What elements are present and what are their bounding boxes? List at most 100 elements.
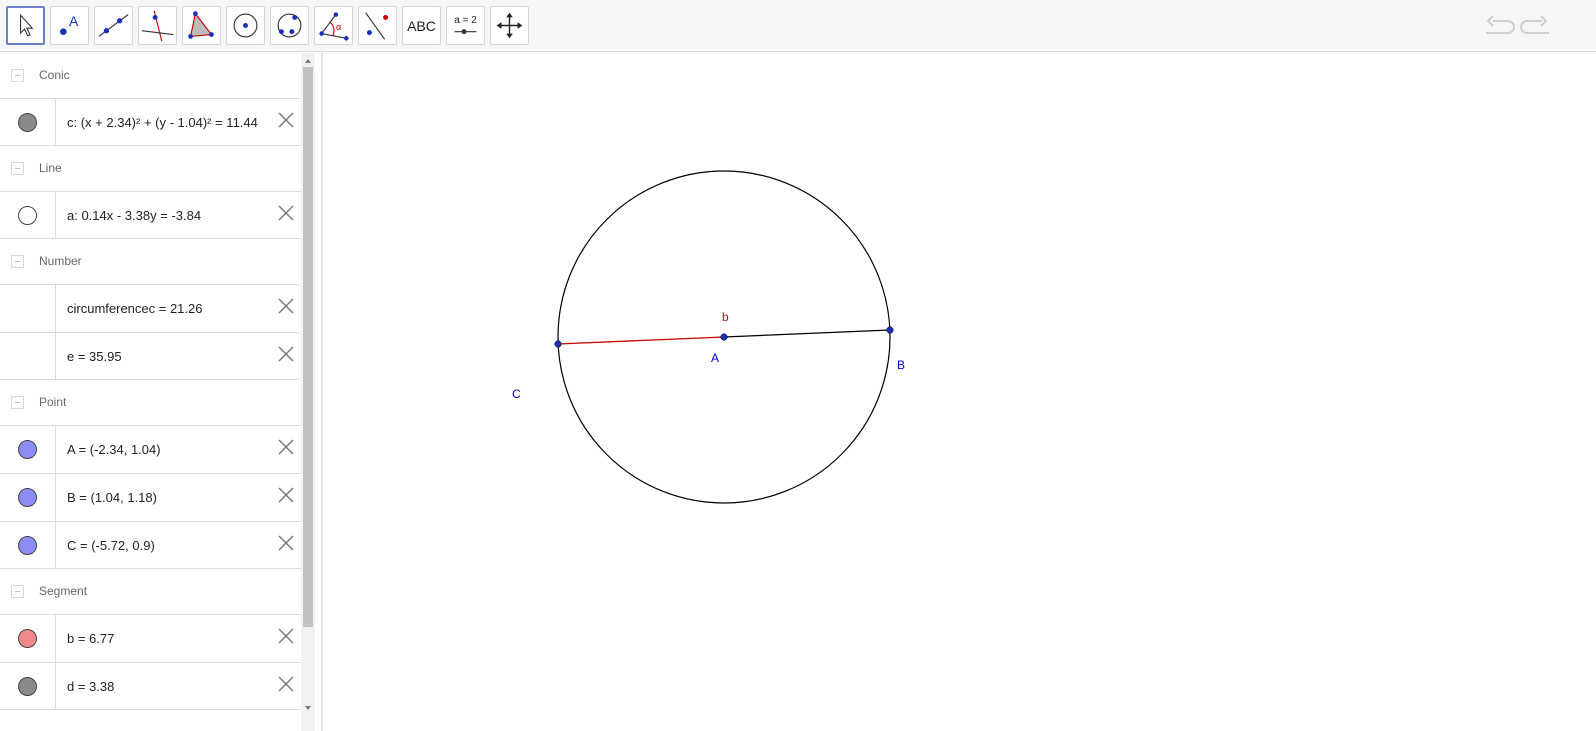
line-tool-button[interactable] [94, 6, 133, 45]
algebra-item[interactable]: A = (-2.34, 1.04) [0, 425, 301, 473]
algebra-scrollbar[interactable] [301, 53, 315, 731]
polygon-tool-button[interactable] [182, 6, 221, 45]
algebra-item[interactable]: e = 35.95 [0, 332, 301, 380]
delete-button[interactable] [277, 486, 295, 504]
point-A[interactable] [720, 333, 728, 341]
group-title: Conic [39, 68, 70, 82]
algebra-definition[interactable]: d = 3.38 [67, 679, 279, 694]
algebra-item[interactable]: C = (-5.72, 0.9) [0, 521, 301, 569]
text-tool-button[interactable]: ABC [402, 6, 441, 45]
delete-button[interactable] [277, 111, 295, 129]
scroll-down-icon[interactable] [304, 704, 312, 712]
group-header-number[interactable]: Number [0, 239, 301, 284]
polygon-icon [188, 11, 214, 39]
angle-tool-button[interactable]: α [314, 6, 353, 45]
toolbar: A α ABC a = 2 [0, 0, 1596, 52]
reflect-tool-button[interactable] [358, 6, 397, 45]
algebra-definition[interactable]: A = (-2.34, 1.04) [67, 442, 279, 457]
algebra-definition[interactable]: b = 6.77 [67, 631, 279, 646]
collapse-toggle-icon[interactable] [11, 396, 24, 409]
algebra-definition[interactable]: e = 35.95 [67, 349, 279, 364]
group-title: Segment [39, 584, 88, 598]
close-icon [278, 628, 294, 644]
collapse-toggle-icon[interactable] [11, 69, 24, 82]
group-header-point[interactable]: Point [0, 380, 301, 425]
algebra-item[interactable]: d = 3.38 [0, 662, 301, 710]
scroll-thumb[interactable] [303, 67, 313, 627]
redo-button[interactable] [1520, 12, 1552, 42]
collapse-toggle-icon[interactable] [11, 585, 24, 598]
label-b: b [722, 310, 729, 324]
visibility-toggle-icon[interactable] [18, 629, 37, 648]
visibility-toggle-icon[interactable] [18, 113, 37, 132]
move-tool-button[interactable] [6, 6, 45, 45]
delete-button[interactable] [277, 297, 295, 315]
collapse-toggle-icon[interactable] [11, 162, 24, 175]
delete-button[interactable] [277, 534, 295, 552]
algebra-definition[interactable]: a: 0.14x - 3.38y = -3.84 [67, 208, 279, 223]
algebra-item[interactable]: b = 6.77 [0, 614, 301, 662]
visibility-cell [0, 426, 56, 473]
delete-button[interactable] [277, 345, 295, 363]
group-title: Point [39, 395, 67, 409]
delete-button[interactable] [277, 204, 295, 222]
circle-center-point-tool-button[interactable] [226, 6, 265, 45]
angle-icon [319, 12, 349, 41]
circle-three-points-tool-button[interactable] [270, 6, 309, 45]
slider-icon [454, 29, 477, 35]
group-header-segment[interactable]: Segment [0, 569, 301, 614]
algebra-definition[interactable]: c: (x + 2.34)² + (y - 1.04)² = 11.44 [67, 115, 279, 130]
visibility-cell [0, 285, 56, 332]
visibility-toggle-icon[interactable] [18, 488, 37, 507]
algebra-definition[interactable]: B = (1.04, 1.18) [67, 490, 279, 505]
visibility-cell [0, 474, 56, 521]
algebra-item[interactable]: a: 0.14x - 3.38y = -3.84 [0, 191, 301, 239]
redo-icon [1520, 15, 1549, 34]
scroll-up-icon[interactable] [304, 57, 312, 65]
graphics-view[interactable]: A B C b [323, 53, 1596, 731]
cursor-arrow-icon [20, 13, 34, 37]
geogebra-app: A α ABC a = 2 Conic c: (x + 2.34)² + (y … [0, 0, 1596, 731]
visibility-toggle-icon[interactable] [18, 206, 37, 225]
visibility-toggle-icon[interactable] [18, 536, 37, 555]
point-tool-button[interactable]: A [50, 6, 89, 45]
delete-button[interactable] [277, 438, 295, 456]
close-icon [278, 535, 294, 551]
move-arrows-icon [496, 12, 523, 39]
undo-icon [1486, 15, 1515, 34]
segment-d[interactable] [723, 329, 891, 338]
group-header-line[interactable]: Line [0, 146, 301, 191]
delete-button[interactable] [277, 675, 295, 693]
reflect-icon [365, 12, 389, 40]
graphics-canvas[interactable]: A B C b [323, 53, 1596, 731]
algebra-view: Conic c: (x + 2.34)² + (y - 1.04)² = 11.4… [0, 53, 322, 731]
close-icon [278, 676, 294, 692]
collapse-toggle-icon[interactable] [11, 255, 24, 268]
text-tool-label: ABC [407, 17, 436, 34]
circle-three-points-icon [277, 13, 302, 38]
algebra-list: Conic c: (x + 2.34)² + (y - 1.04)² = 11.4… [0, 53, 301, 710]
slider-tool-button[interactable]: a = 2 [446, 6, 485, 45]
algebra-definition[interactable]: C = (-5.72, 0.9) [67, 538, 279, 553]
undo-button[interactable] [1483, 12, 1515, 42]
visibility-cell [0, 192, 56, 238]
algebra-item[interactable]: circumferencec = 21.26 [0, 284, 301, 332]
point-on-circle[interactable] [554, 340, 562, 348]
perpendicular-line-tool-button[interactable] [138, 6, 177, 45]
perpendicular-line-icon [141, 10, 174, 42]
delete-button[interactable] [277, 627, 295, 645]
line-icon [98, 14, 129, 37]
close-icon [278, 205, 294, 221]
segment-b[interactable] [557, 336, 725, 345]
close-icon [278, 487, 294, 503]
algebra-definition[interactable]: circumferencec = 21.26 [67, 301, 279, 316]
point-B[interactable] [886, 326, 894, 334]
visibility-toggle-icon[interactable] [18, 677, 37, 696]
algebra-item[interactable]: c: (x + 2.34)² + (y - 1.04)² = 11.44 [0, 98, 301, 146]
group-header-conic[interactable]: Conic [0, 53, 301, 98]
visibility-toggle-icon[interactable] [18, 440, 37, 459]
visibility-cell [0, 663, 56, 709]
algebra-item[interactable]: B = (1.04, 1.18) [0, 473, 301, 521]
visibility-cell [0, 99, 56, 145]
move-graphics-view-tool-button[interactable] [490, 6, 529, 45]
